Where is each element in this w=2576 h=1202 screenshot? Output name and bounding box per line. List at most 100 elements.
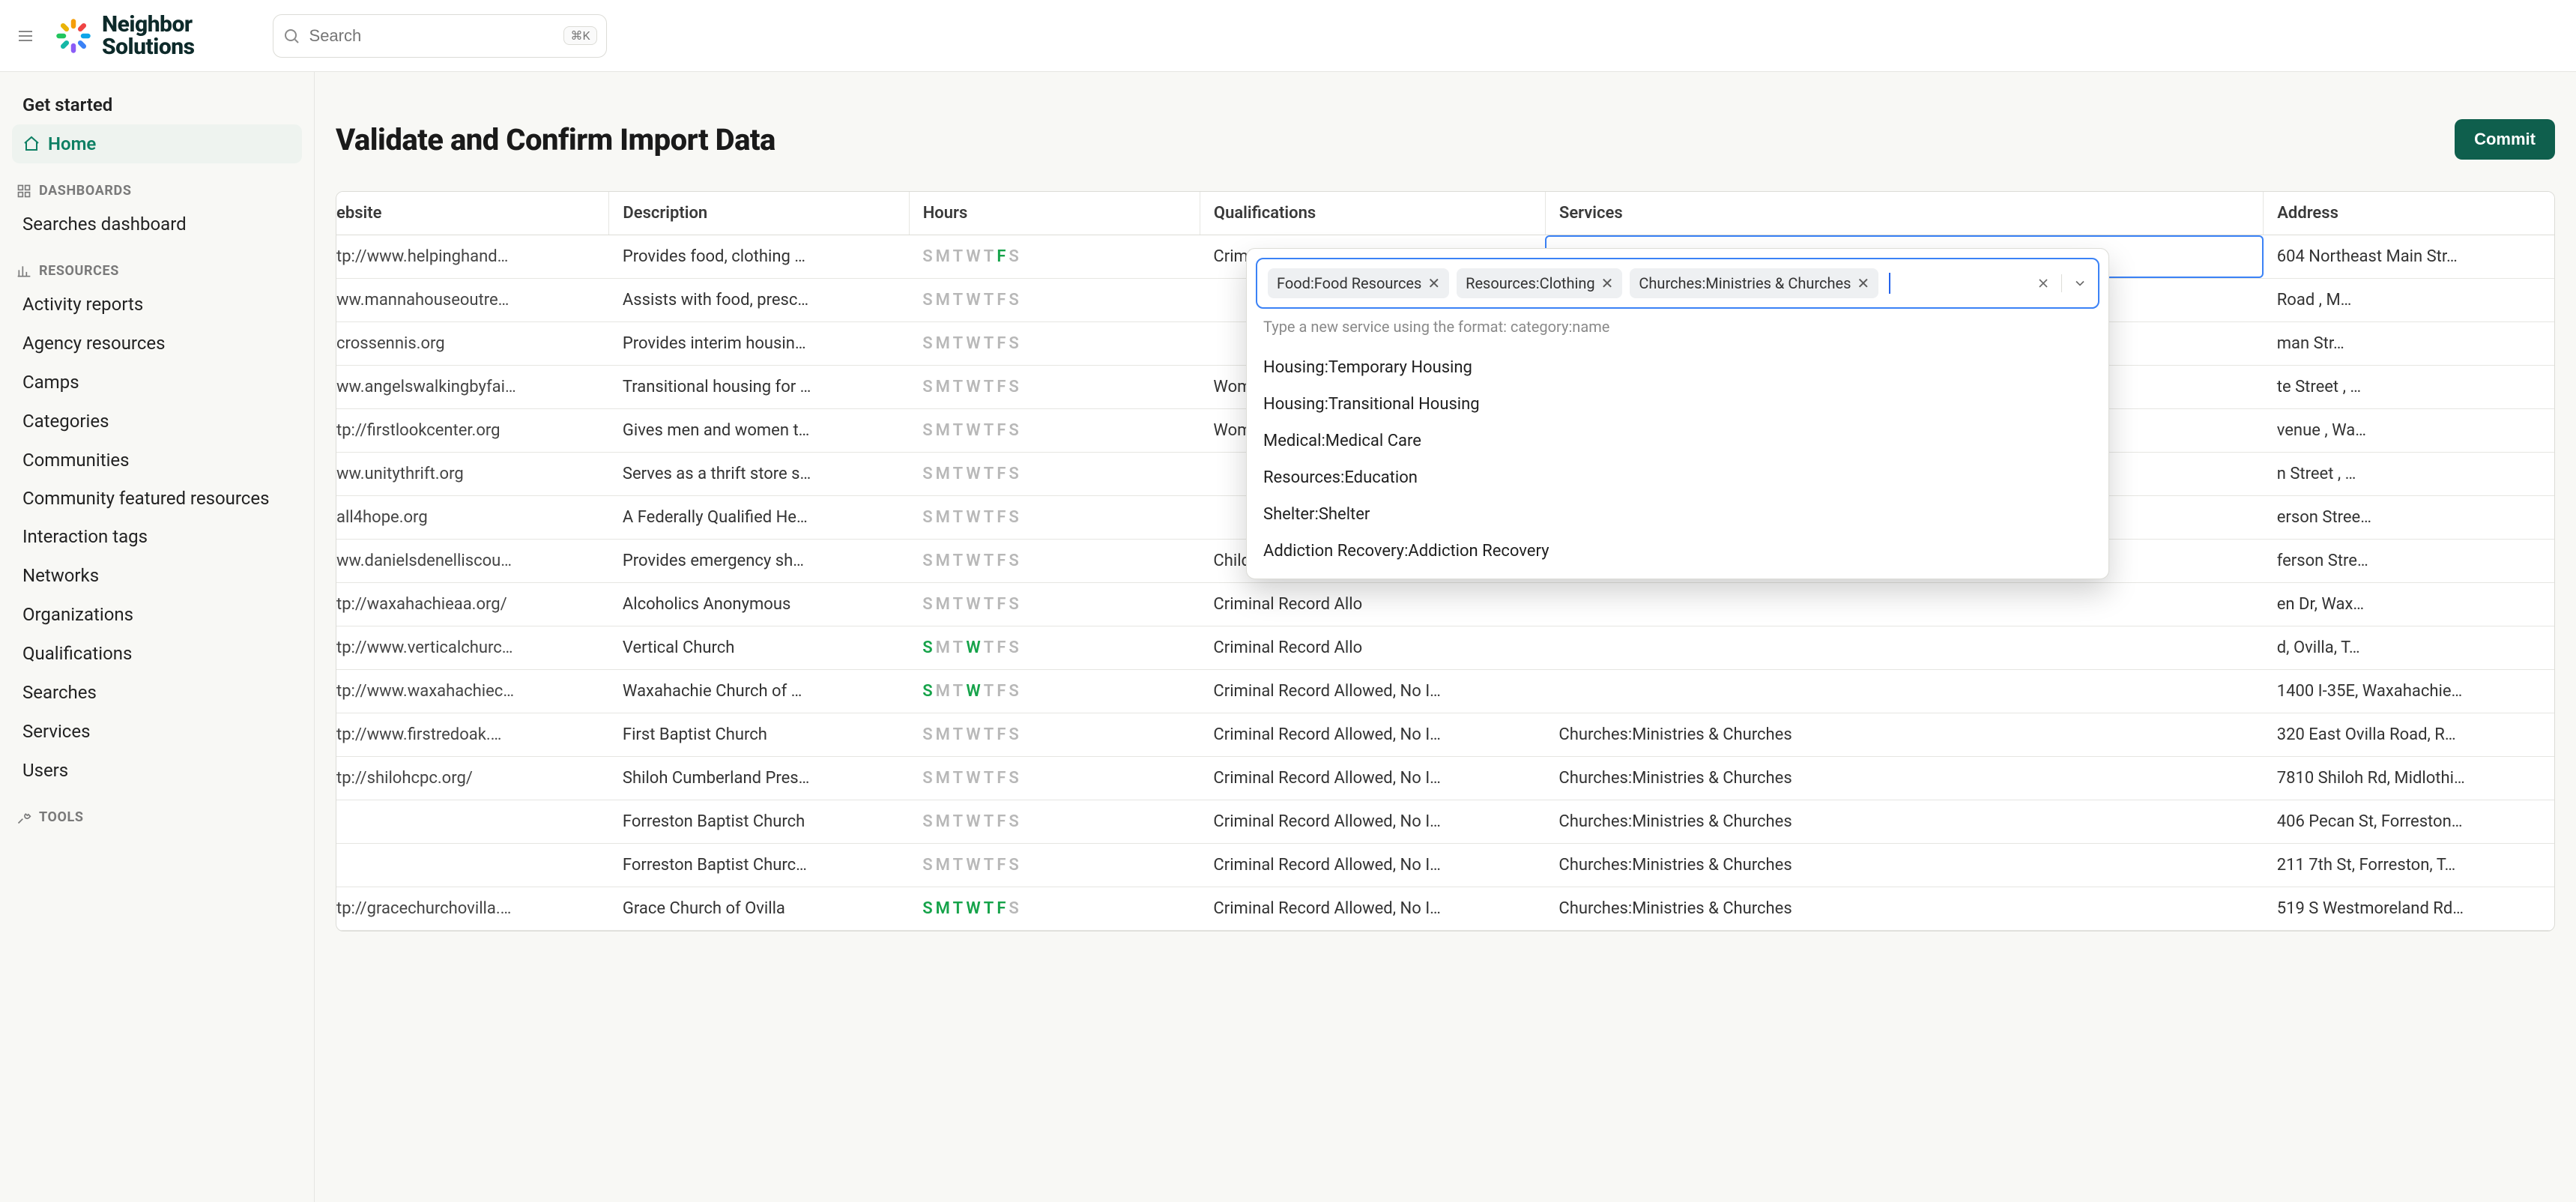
cell-address[interactable]: 519 S Westmoreland Rd… bbox=[2264, 887, 2554, 930]
cell-hours[interactable]: SMTWTFS bbox=[909, 713, 1200, 756]
cell-description[interactable]: Transitional housing for … bbox=[609, 365, 909, 408]
cell-hours[interactable]: SMTWTFS bbox=[909, 756, 1200, 800]
col-address[interactable]: Address bbox=[2264, 192, 2554, 235]
table-row[interactable]: tp://waxahachieaa.org/Alcoholics Anonymo… bbox=[336, 582, 2554, 626]
cell-address[interactable]: te Street , … bbox=[2264, 365, 2554, 408]
cell-address[interactable]: erson Stree… bbox=[2264, 495, 2554, 539]
cell-services[interactable]: Churches:Ministries & Churches bbox=[1545, 887, 2263, 930]
sidebar-item[interactable]: Interaction tags bbox=[12, 517, 302, 556]
col-description[interactable]: Description bbox=[609, 192, 909, 235]
cell-address[interactable]: 320 East Ovilla Road, R… bbox=[2264, 713, 2554, 756]
col-services[interactable]: Services bbox=[1545, 192, 2263, 235]
cell-hours[interactable]: SMTWTFS bbox=[909, 843, 1200, 887]
cell-hours[interactable]: SMTWTFS bbox=[909, 278, 1200, 321]
cell-services[interactable]: Churches:Ministries & Churches bbox=[1545, 713, 2263, 756]
cell-website[interactable] bbox=[336, 843, 609, 887]
get-started-link[interactable]: Get started bbox=[12, 85, 302, 124]
col-hours[interactable]: Hours bbox=[909, 192, 1200, 235]
cell-hours[interactable]: SMTWTFS bbox=[909, 408, 1200, 452]
global-search[interactable]: ⌘K bbox=[273, 14, 607, 58]
cell-hours[interactable]: SMTWTFS bbox=[909, 887, 1200, 930]
cell-hours[interactable]: SMTWTFS bbox=[909, 626, 1200, 669]
service-option[interactable]: Addiction Recovery:Addiction Recovery bbox=[1247, 533, 2108, 570]
cell-qualifications[interactable]: Criminal Record Allowed, No I… bbox=[1200, 713, 1545, 756]
cell-website[interactable]: tp://firstlookcenter.org bbox=[336, 408, 609, 452]
cell-address[interactable]: 604 Northeast Main Str… bbox=[2264, 235, 2554, 278]
cell-address[interactable]: Road , M… bbox=[2264, 278, 2554, 321]
cell-qualifications[interactable]: Criminal Record Allowed, No I… bbox=[1200, 669, 1545, 713]
col-qualifications[interactable]: Qualifications bbox=[1200, 192, 1545, 235]
cell-qualifications[interactable]: Criminal Record Allowed, No I… bbox=[1200, 756, 1545, 800]
cell-address[interactable]: d, Ovilla, T… bbox=[2264, 626, 2554, 669]
sidebar-item[interactable]: Qualifications bbox=[12, 634, 302, 673]
cell-hours[interactable]: SMTWTFS bbox=[909, 452, 1200, 495]
sidebar-item[interactable]: Camps bbox=[12, 363, 302, 402]
cell-address[interactable]: 211 7th St, Forreston, T… bbox=[2264, 843, 2554, 887]
cell-services[interactable]: Churches:Ministries & Churches bbox=[1545, 800, 2263, 843]
chip-remove-icon[interactable]: ✕ bbox=[1601, 274, 1614, 292]
cell-description[interactable]: Vertical Church bbox=[609, 626, 909, 669]
table-row[interactable]: tp://shilohcpc.org/Shiloh Cumberland Pre… bbox=[336, 756, 2554, 800]
cell-services[interactable] bbox=[1545, 582, 2263, 626]
service-option[interactable]: Housing:Temporary Housing bbox=[1247, 349, 2108, 386]
menu-toggle-icon[interactable] bbox=[15, 25, 36, 46]
commit-button[interactable]: Commit bbox=[2455, 119, 2555, 160]
cell-description[interactable]: Shiloh Cumberland Pres… bbox=[609, 756, 909, 800]
cell-description[interactable]: Gives men and women t… bbox=[609, 408, 909, 452]
cell-services[interactable] bbox=[1545, 669, 2263, 713]
sidebar-item[interactable]: Categories bbox=[12, 402, 302, 441]
cell-website[interactable]: ww.angelswalkingbyfai… bbox=[336, 365, 609, 408]
cell-description[interactable]: Waxahachie Church of … bbox=[609, 669, 909, 713]
sidebar-item[interactable]: Community featured resources bbox=[12, 480, 302, 517]
cell-hours[interactable]: SMTWTFS bbox=[909, 582, 1200, 626]
col-website[interactable]: ebsite bbox=[336, 192, 609, 235]
cell-website[interactable]: tp://gracechurchovilla.… bbox=[336, 887, 609, 930]
service-option[interactable]: Shelter:Shelter bbox=[1247, 496, 2108, 533]
service-option[interactable]: Housing:Transitional Housing bbox=[1247, 386, 2108, 423]
cell-hours[interactable]: SMTWTFS bbox=[909, 365, 1200, 408]
cell-description[interactable]: Forreston Baptist Church bbox=[609, 800, 909, 843]
cell-address[interactable]: en Dr, Wax… bbox=[2264, 582, 2554, 626]
cell-description[interactable]: Assists with food, presc… bbox=[609, 278, 909, 321]
cell-website[interactable]: all4hope.org bbox=[336, 495, 609, 539]
brand-logo[interactable]: Neighbor Solutions bbox=[54, 13, 195, 58]
cell-address[interactable]: 406 Pecan St, Forreston… bbox=[2264, 800, 2554, 843]
table-row[interactable]: Forreston Baptist Churc…SMTWTFSCriminal … bbox=[336, 843, 2554, 887]
cell-website[interactable]: tp://www.firstredoak.… bbox=[336, 713, 609, 756]
cell-description[interactable]: Serves as a thrift store s… bbox=[609, 452, 909, 495]
cell-website[interactable]: tp://waxahachieaa.org/ bbox=[336, 582, 609, 626]
cell-hours[interactable]: SMTWTFS bbox=[909, 669, 1200, 713]
cell-description[interactable]: Forreston Baptist Churc… bbox=[609, 843, 909, 887]
cell-address[interactable]: ferson Stre… bbox=[2264, 539, 2554, 582]
home-link[interactable]: Home bbox=[12, 124, 302, 163]
table-row[interactable]: Forreston Baptist ChurchSMTWTFSCriminal … bbox=[336, 800, 2554, 843]
cell-website[interactable]: crossennis.org bbox=[336, 321, 609, 365]
cell-website[interactable]: tp://shilohcpc.org/ bbox=[336, 756, 609, 800]
sidebar-item[interactable]: Searches dashboard bbox=[12, 205, 302, 244]
sidebar-item[interactable]: Networks bbox=[12, 556, 302, 595]
cell-address[interactable]: n Street , … bbox=[2264, 452, 2554, 495]
cell-hours[interactable]: SMTWTFS bbox=[909, 495, 1200, 539]
table-row[interactable]: tp://www.verticalchurc…Vertical ChurchSM… bbox=[336, 626, 2554, 669]
cell-hours[interactable]: SMTWTFS bbox=[909, 800, 1200, 843]
cell-services[interactable]: Churches:Ministries & Churches bbox=[1545, 843, 2263, 887]
cell-address[interactable]: venue , Wa… bbox=[2264, 408, 2554, 452]
cell-website[interactable]: ww.mannahouseoutre… bbox=[336, 278, 609, 321]
cell-description[interactable]: Alcoholics Anonymous bbox=[609, 582, 909, 626]
service-option[interactable]: Medical:Medical Care bbox=[1247, 423, 2108, 459]
cell-qualifications[interactable]: Criminal Record Allowed, No I… bbox=[1200, 800, 1545, 843]
cell-qualifications[interactable]: Criminal Record Allowed, No I… bbox=[1200, 843, 1545, 887]
cell-website[interactable]: ww.danielsdenelliscou… bbox=[336, 539, 609, 582]
chevron-down-icon[interactable] bbox=[2072, 276, 2087, 291]
cell-qualifications[interactable]: Criminal Record Allo bbox=[1200, 582, 1545, 626]
cell-qualifications[interactable]: Criminal Record Allowed, No I… bbox=[1200, 887, 1545, 930]
cell-hours[interactable]: SMTWTFS bbox=[909, 235, 1200, 278]
sidebar-item[interactable]: Organizations bbox=[12, 595, 302, 634]
global-search-input[interactable] bbox=[308, 25, 557, 46]
clear-all-icon[interactable] bbox=[2036, 276, 2051, 291]
cell-website[interactable]: tp://www.helpinghand… bbox=[336, 235, 609, 278]
cell-website[interactable]: tp://www.waxahachiec… bbox=[336, 669, 609, 713]
sidebar-item[interactable]: Agency resources bbox=[12, 324, 302, 363]
sidebar-item[interactable]: Services bbox=[12, 712, 302, 751]
cell-qualifications[interactable]: Criminal Record Allo bbox=[1200, 626, 1545, 669]
